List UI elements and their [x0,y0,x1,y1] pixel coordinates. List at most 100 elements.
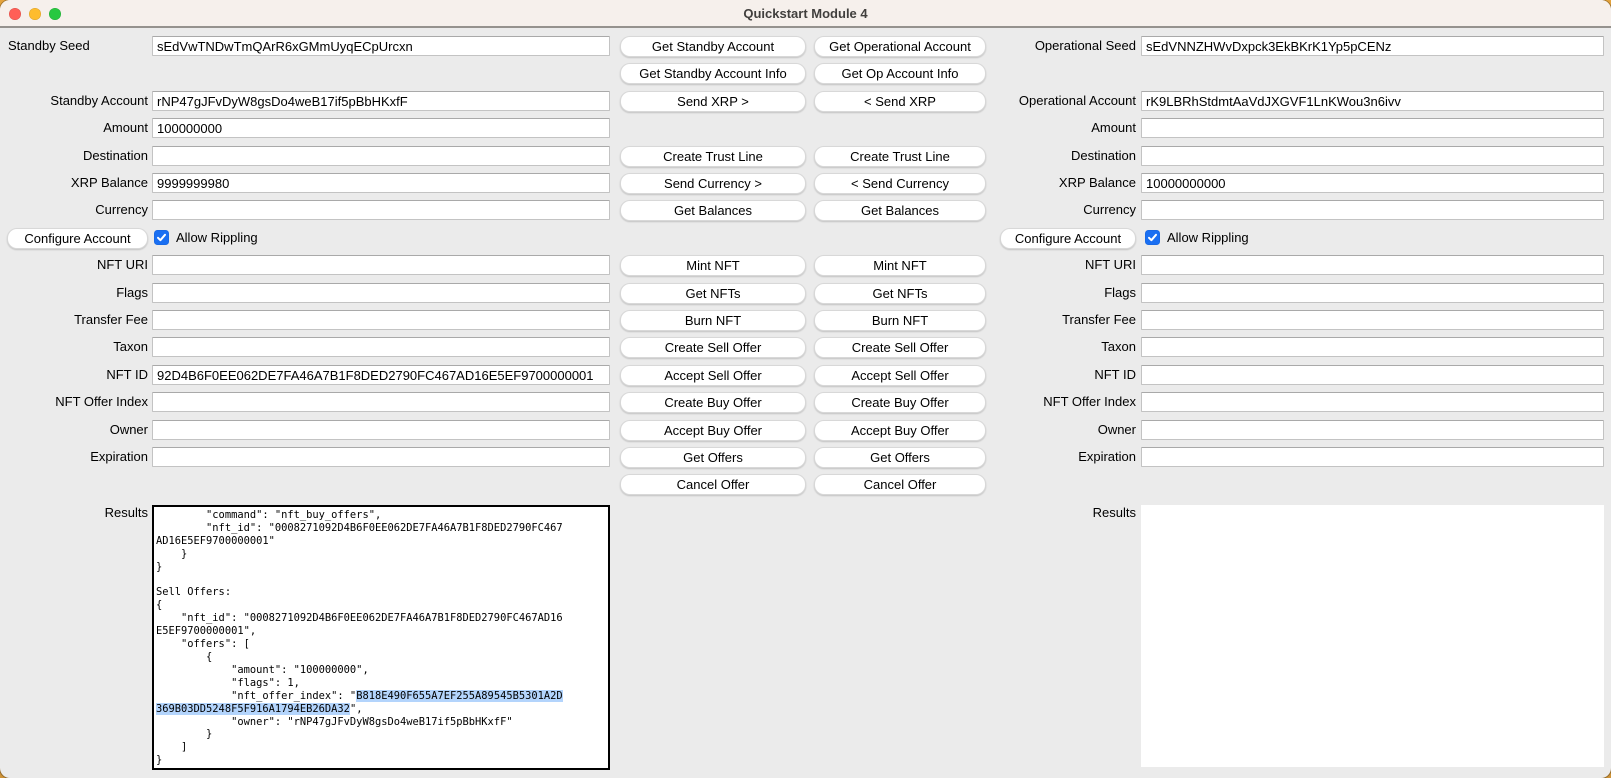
standby-configure-account-button[interactable]: Configure Account [7,228,148,249]
operational-create-sell-offer-button[interactable]: Create Sell Offer [814,337,986,358]
operational-cancel-offer-button[interactable]: Cancel Offer [814,474,986,495]
standby-currency-input[interactable] [152,200,610,220]
operational-accept-buy-offer-button[interactable]: Accept Buy Offer [814,420,986,441]
standby-destination-label: Destination [0,146,148,166]
standby-create-sell-offer-button[interactable]: Create Sell Offer [620,337,806,358]
standby-owner-label: Owner [0,420,148,440]
standby-send-xrp-button[interactable]: Send XRP > [620,91,806,112]
operational-owner-input[interactable] [1141,420,1604,440]
operational-flags-input[interactable] [1141,283,1604,303]
standby-allow-rippling-label: Allow Rippling [176,228,258,248]
operational-send-xrp-button[interactable]: < Send XRP [814,91,986,112]
operational-get-nfts-button[interactable]: Get NFTs [814,283,986,304]
standby-get-offers-button[interactable]: Get Offers [620,447,806,468]
operational-nft-uri-input[interactable] [1141,255,1604,275]
standby-owner-input[interactable] [152,420,610,440]
standby-nft-id-input[interactable] [152,365,610,385]
check-icon [156,232,167,243]
standby-flags-label: Flags [0,283,148,303]
operational-nft-offer-index-label: NFT Offer Index [990,392,1136,412]
get-operational-account-button[interactable]: Get Operational Account [814,36,986,57]
standby-get-nfts-button[interactable]: Get NFTs [620,283,806,304]
operational-nft-uri-label: NFT URI [990,255,1136,275]
operational-flags-label: Flags [990,283,1136,303]
get-op-account-info-button[interactable]: Get Op Account Info [814,63,986,84]
operational-nft-id-label: NFT ID [990,365,1136,385]
operational-destination-input[interactable] [1141,146,1604,166]
operational-currency-label: Currency [990,200,1136,220]
operational-accept-sell-offer-button[interactable]: Accept Sell Offer [814,365,986,386]
operational-expiration-input[interactable] [1141,447,1604,467]
standby-cancel-offer-button[interactable]: Cancel Offer [620,474,806,495]
operational-seed-input[interactable] [1141,36,1604,56]
get-standby-account-info-button[interactable]: Get Standby Account Info [620,63,806,84]
app-window: Quickstart Module 4 Standby Seed Standby… [0,0,1611,778]
operational-xrp-balance-label: XRP Balance [990,173,1136,193]
standby-transfer-fee-input[interactable] [152,310,610,330]
standby-nft-uri-input[interactable] [152,255,610,275]
standby-nft-id-label: NFT ID [0,365,148,385]
standby-allow-rippling-checkbox[interactable] [154,230,169,245]
get-standby-account-button[interactable]: Get Standby Account [620,36,806,57]
operational-taxon-label: Taxon [990,337,1136,357]
operational-xrp-balance-input[interactable] [1141,173,1604,193]
standby-xrp-balance-input[interactable] [152,173,610,193]
operational-transfer-fee-input[interactable] [1141,310,1604,330]
standby-currency-label: Currency [0,200,148,220]
standby-taxon-label: Taxon [0,337,148,357]
operational-account-label: Operational Account [990,91,1136,111]
standby-account-input[interactable] [152,91,610,111]
operational-configure-account-button[interactable]: Configure Account [1000,228,1136,249]
operational-amount-label: Amount [990,118,1136,138]
operational-amount-input[interactable] [1141,118,1604,138]
standby-account-label: Standby Account [0,91,148,111]
operational-transfer-fee-label: Transfer Fee [990,310,1136,330]
operational-allow-rippling-label: Allow Rippling [1167,228,1249,248]
standby-nft-offer-index-input[interactable] [152,392,610,412]
operational-expiration-label: Expiration [990,447,1136,467]
operational-account-input[interactable] [1141,91,1604,111]
standby-accept-sell-offer-button[interactable]: Accept Sell Offer [620,365,806,386]
standby-expiration-label: Expiration [0,447,148,467]
standby-seed-input[interactable] [152,36,610,56]
operational-get-balances-button[interactable]: Get Balances [814,200,986,221]
operational-create-trust-line-button[interactable]: Create Trust Line [814,146,986,167]
operational-seed-label: Operational Seed [990,36,1136,56]
standby-burn-nft-button[interactable]: Burn NFT [620,310,806,331]
operational-send-currency-button[interactable]: < Send Currency [814,173,986,194]
standby-accept-buy-offer-button[interactable]: Accept Buy Offer [620,420,806,441]
standby-get-balances-button[interactable]: Get Balances [620,200,806,221]
operational-results-textarea[interactable] [1141,505,1604,767]
standby-destination-input[interactable] [152,146,610,166]
standby-results-text: "command": "nft_buy_offers", "nft_id": "… [154,507,608,769]
operational-get-offers-button[interactable]: Get Offers [814,447,986,468]
standby-xrp-balance-label: XRP Balance [0,173,148,193]
standby-mint-nft-button[interactable]: Mint NFT [620,255,806,276]
standby-expiration-input[interactable] [152,447,610,467]
standby-results-textarea[interactable]: "command": "nft_buy_offers", "nft_id": "… [152,505,610,770]
standby-flags-input[interactable] [152,283,610,303]
standby-send-currency-button[interactable]: Send Currency > [620,173,806,194]
operational-mint-nft-button[interactable]: Mint NFT [814,255,986,276]
standby-nft-offer-index-label: NFT Offer Index [0,392,148,412]
window-titlebar[interactable]: Quickstart Module 4 [0,0,1611,28]
operational-owner-label: Owner [990,420,1136,440]
operational-taxon-input[interactable] [1141,337,1604,357]
operational-burn-nft-button[interactable]: Burn NFT [814,310,986,331]
standby-taxon-input[interactable] [152,337,610,357]
window-title: Quickstart Module 4 [0,0,1611,26]
standby-amount-input[interactable] [152,118,610,138]
check-icon [1147,232,1158,243]
operational-nft-offer-index-input[interactable] [1141,392,1604,412]
standby-create-buy-offer-button[interactable]: Create Buy Offer [620,392,806,413]
standby-create-trust-line-button[interactable]: Create Trust Line [620,146,806,167]
operational-allow-rippling-checkbox[interactable] [1145,230,1160,245]
operational-results-label: Results [990,503,1136,523]
operational-create-buy-offer-button[interactable]: Create Buy Offer [814,392,986,413]
standby-results-label: Results [0,503,148,523]
operational-destination-label: Destination [990,146,1136,166]
operational-nft-id-input[interactable] [1141,365,1604,385]
operational-currency-input[interactable] [1141,200,1604,220]
standby-seed-label: Standby Seed [0,36,148,56]
standby-nft-uri-label: NFT URI [0,255,148,275]
